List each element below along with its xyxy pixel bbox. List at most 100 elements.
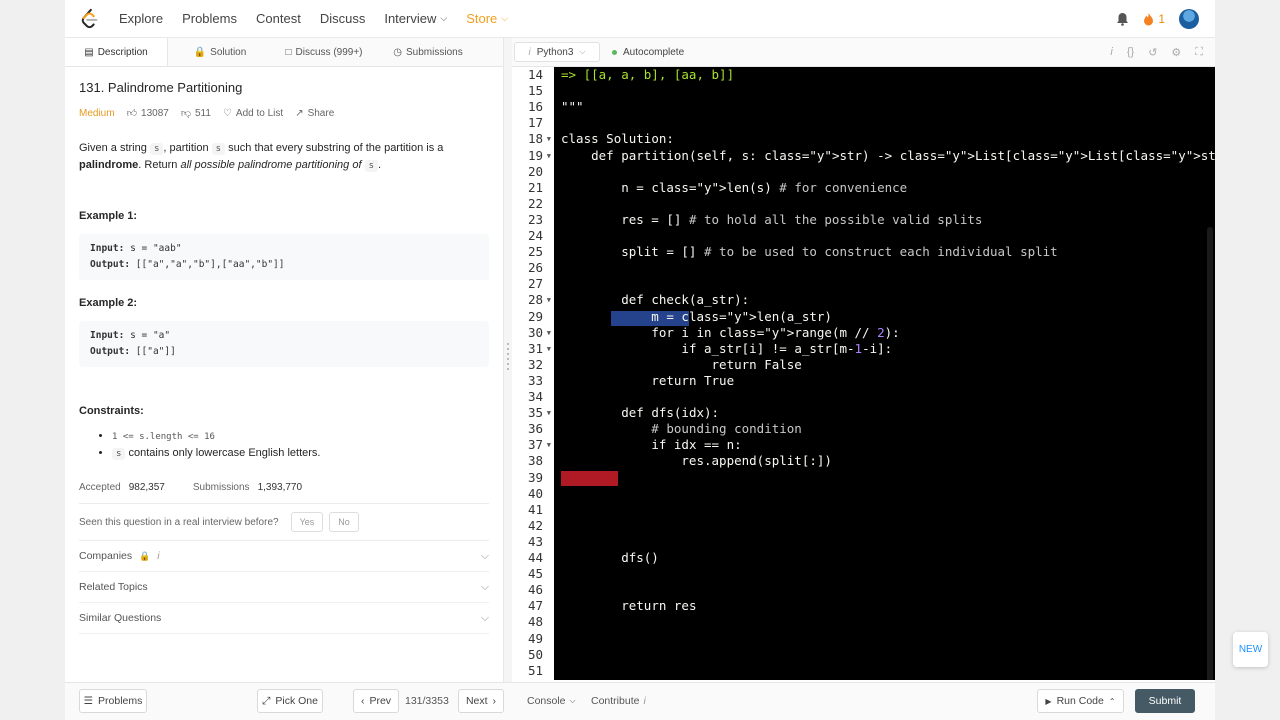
nav-store[interactable]: Store ⌵ [466, 11, 508, 26]
fold-arrow-icon[interactable]: ▼ [547, 341, 551, 357]
line-number: 35 ▼ [527, 405, 551, 421]
autocomplete-toggle[interactable]: Autocomplete [612, 47, 684, 58]
bottom-bar: ☰ Problems ⤢ Pick One ‹ Prev 131/3353 Next ›… [65, 682, 1215, 720]
code-line: => [[a, a, b], [aa, b]] [561, 67, 735, 82]
nav-problems[interactable]: Problems [182, 11, 237, 26]
nav-right: 1 [1116, 0, 1199, 38]
input-label: Input: [90, 243, 125, 254]
reset-icon[interactable]: ↺ [1148, 46, 1157, 59]
example-2-input: Input: s = "a" [90, 328, 478, 344]
fold-arrow-icon[interactable]: ▼ [547, 131, 551, 147]
next-button[interactable]: Next › [458, 689, 504, 713]
fold-arrow-icon[interactable]: ▼ [547, 405, 551, 421]
contribute-button[interactable]: Contribute i [591, 689, 646, 713]
problems-button[interactable]: ☰ Problems [79, 689, 147, 713]
prev-button[interactable]: ‹ Prev [353, 689, 399, 713]
add-to-list-button[interactable]: ♡ Add to List [223, 108, 283, 119]
input-label: Input: [90, 330, 125, 341]
share-label: Share [307, 107, 335, 119]
related-topics-accordion[interactable]: Related Topics ⌵ [79, 572, 489, 603]
nav-contest[interactable]: Contest [256, 11, 301, 26]
example-2-output: Output: [["a"]] [90, 344, 478, 360]
thumbs-down-icon: 👎︎ [180, 108, 191, 119]
related-topics-label: Related Topics [79, 581, 148, 593]
tab-solution-label: Solution [210, 46, 247, 58]
run-code-button[interactable]: ▶ Run Code ⌃ [1037, 689, 1124, 713]
yes-button[interactable]: Yes [290, 512, 324, 532]
add-to-list-label: Add to List [235, 107, 284, 119]
play-icon: ▶ [1045, 696, 1052, 706]
like-button[interactable]: 👍︎ 13087 [127, 107, 169, 120]
code-line: def check(a_str): [621, 292, 750, 308]
gear-icon[interactable]: ⚙ [1171, 46, 1181, 59]
constraints-title: Constraints: [79, 405, 144, 417]
problem-content: 131. Palindrome Partitioning Medium 👍︎ 13… [65, 80, 503, 634]
line-number: 23 [527, 211, 543, 227]
line-number: 14 [527, 67, 543, 82]
tab-submissions[interactable]: ◷ Submissions [376, 38, 480, 66]
line-number: 15 [527, 83, 543, 99]
nav-store-label: Store [466, 11, 498, 26]
chevron-down-icon: ⌵ [440, 13, 448, 23]
fold-arrow-icon[interactable]: ▼ [547, 292, 551, 308]
seen-question-row: Seen this question in a real interview b… [79, 512, 489, 532]
desc-text: . [377, 159, 382, 171]
fullscreen-icon[interactable]: ⛶ [1195, 46, 1203, 59]
chevron-up-icon: ⌃ [1108, 696, 1116, 706]
streak-counter[interactable]: 1 [1143, 12, 1165, 26]
braces-icon[interactable]: {} [1127, 46, 1134, 59]
line-number: 22 [527, 195, 543, 211]
chevron-down-icon: ⌵ [481, 549, 489, 562]
tab-solution[interactable]: 🔒 Solution [168, 38, 272, 66]
pick-one-button[interactable]: ⤢ Pick One [257, 689, 323, 713]
line-number: 32 [527, 356, 543, 372]
fold-arrow-icon[interactable]: ▼ [547, 148, 551, 164]
nav-explore[interactable]: Explore [119, 11, 163, 26]
share-button[interactable]: ↗ Share [295, 108, 334, 119]
avatar[interactable] [1179, 9, 1199, 29]
code-line: res.append(split[:]) [561, 453, 832, 469]
desc-text: such that every substring of the partiti… [228, 142, 444, 154]
tab-submissions-label: Submissions [406, 46, 463, 58]
tab-description-label: Description [97, 46, 148, 58]
discuss-icon: □ [285, 46, 292, 58]
line-number: 24 [527, 228, 543, 243]
code-line: split = [] # to be used to construct eac… [561, 244, 1058, 260]
no-button[interactable]: No [329, 512, 359, 532]
bell-icon[interactable] [1116, 12, 1129, 26]
line-number: 28 ▼ [527, 292, 551, 308]
leetcode-logo-icon[interactable] [79, 8, 101, 30]
example-2-title: Example 2: [79, 297, 138, 309]
line-number: 16 [527, 99, 543, 115]
similar-questions-accordion[interactable]: Similar Questions ⌵ [79, 603, 489, 634]
inline-code: s [149, 143, 164, 155]
submit-button[interactable]: Submit [1135, 689, 1195, 713]
dislike-count: 511 [195, 107, 211, 119]
new-feature-button[interactable]: NEW [1233, 632, 1268, 667]
fold-arrow-icon[interactable]: ▼ [547, 437, 551, 453]
example-1-output: Output: [["a","a","b"],["aa","b"]] [90, 257, 478, 273]
seen-question-label: Seen this question in a real interview b… [79, 516, 279, 528]
tab-discuss[interactable]: □ Discuss (999+) [272, 38, 376, 66]
console-button[interactable]: Console ⌵ [527, 689, 576, 713]
tab-discuss-label: Discuss (999+) [295, 46, 363, 58]
line-number: 33 [527, 372, 543, 388]
code-editor[interactable]: => [[a, a, b], [aa, b]] """ class Solution… [554, 67, 1215, 680]
code-line: for i in class="y">range(m // 2): [651, 324, 900, 340]
language-select[interactable]: i Python3 ⌵ [514, 42, 600, 62]
editor-scrollbar[interactable] [1207, 227, 1213, 680]
tab-description[interactable]: ▤ Description [65, 38, 168, 66]
prev-label: Prev [369, 695, 392, 707]
fold-arrow-icon[interactable]: ▼ [547, 325, 551, 341]
editor-icons: i {} ↺ ⚙ ⛶ [1110, 46, 1203, 59]
line-number: 47 [527, 598, 543, 614]
nav-discuss[interactable]: Discuss [320, 11, 366, 26]
problems-label: Problems [98, 695, 143, 707]
nav-interview[interactable]: Interview ⌵ [384, 11, 447, 26]
info-icon[interactable]: i [1110, 46, 1112, 59]
stats-row: Accepted 982,357 Submissions 1,393,770 [79, 482, 489, 493]
dislike-button[interactable]: 👎︎ 511 [180, 107, 211, 120]
line-number: 44 [527, 550, 543, 565]
companies-accordion[interactable]: Companies 🔒 i ⌵ [79, 541, 489, 572]
accepted-label: Accepted [79, 482, 121, 493]
